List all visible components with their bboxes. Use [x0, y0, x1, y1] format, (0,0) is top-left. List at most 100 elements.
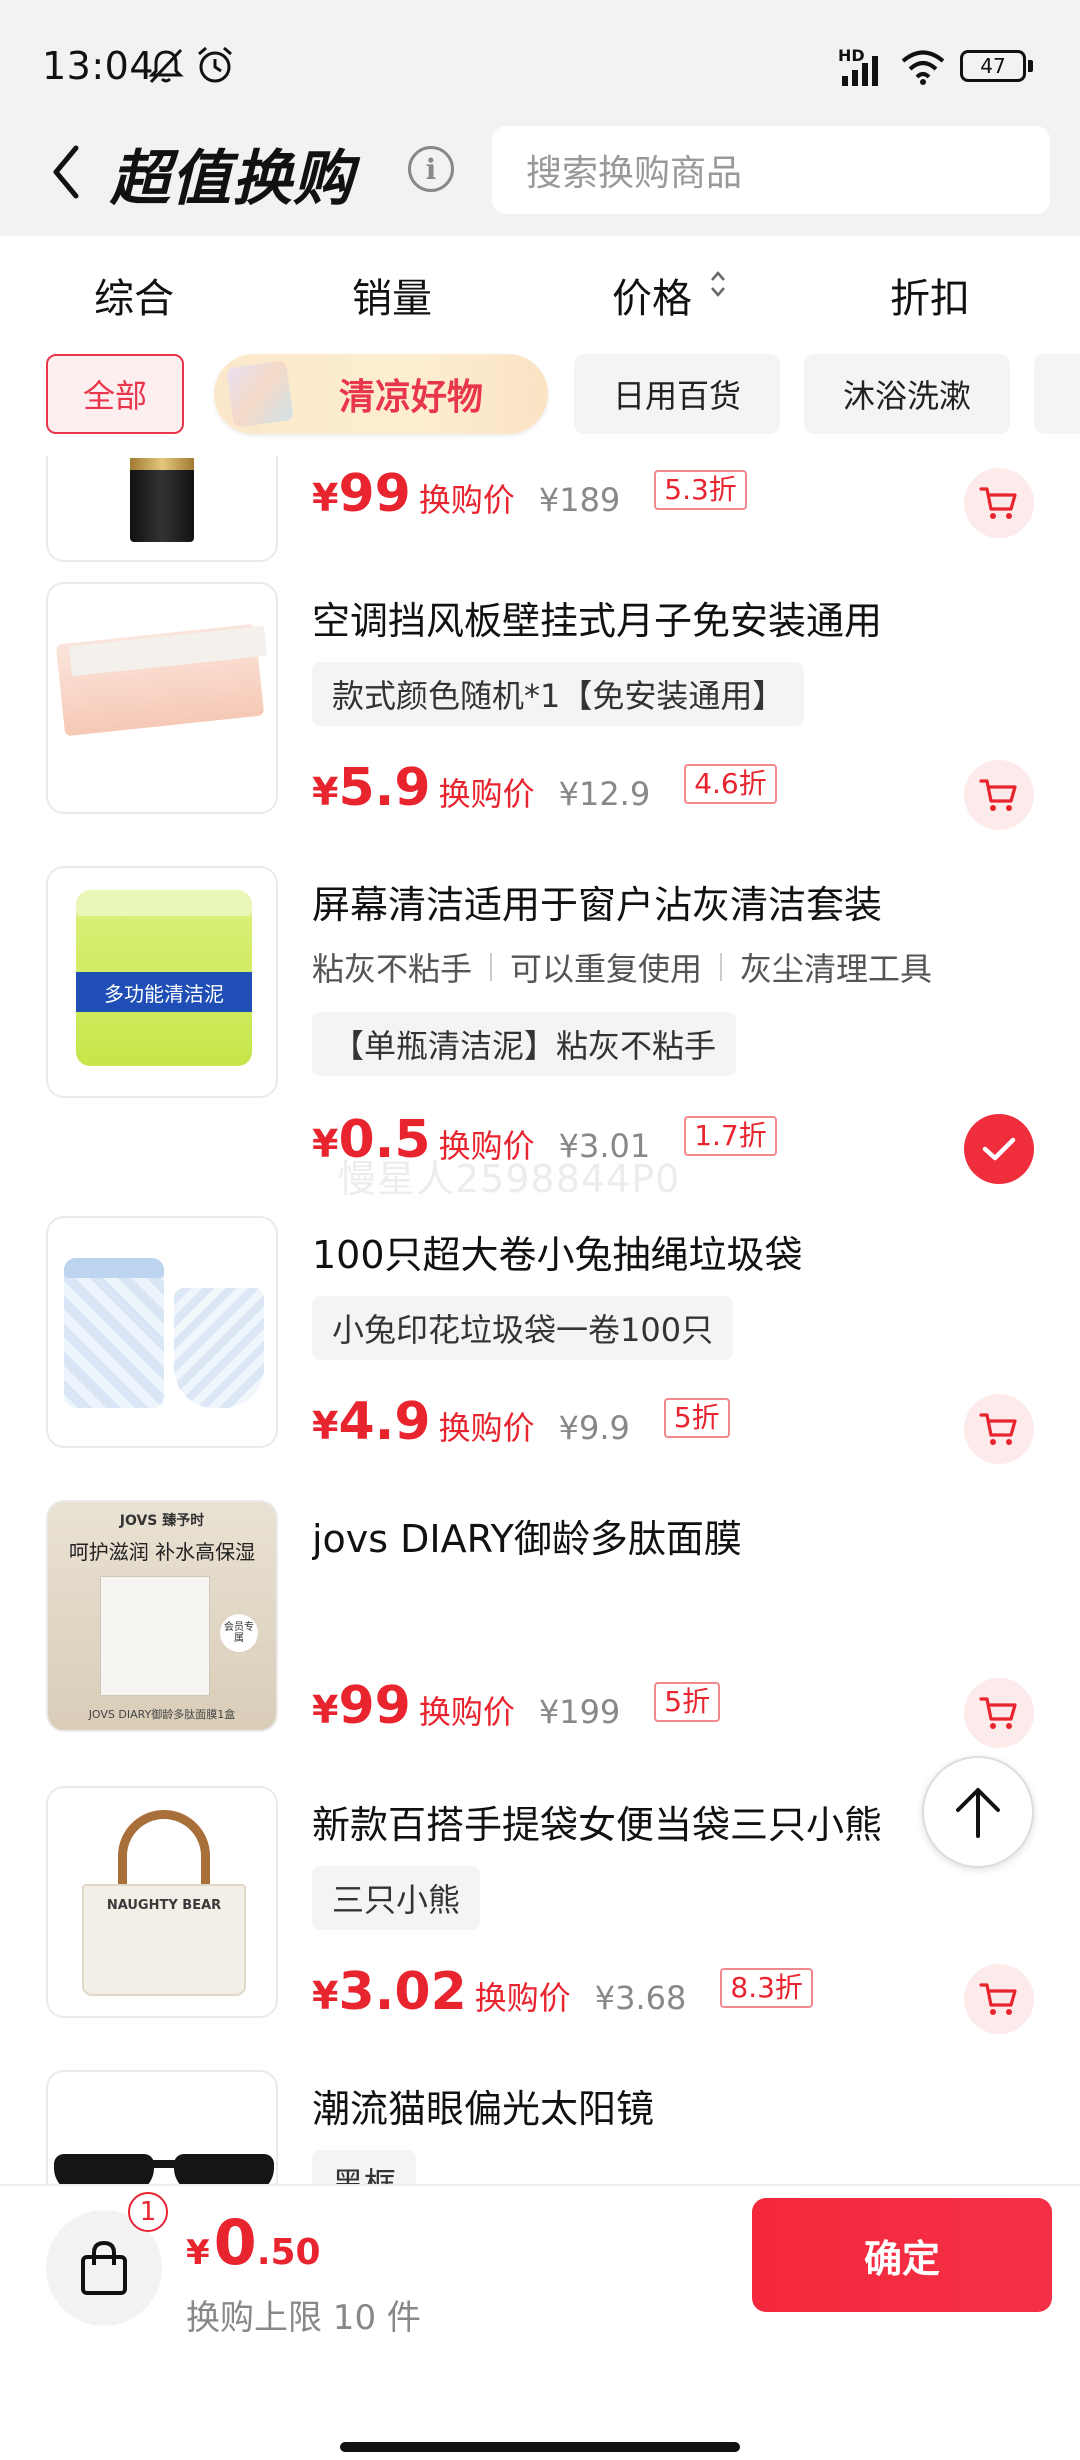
currency-symbol: ¥ [312, 1122, 339, 1166]
product-item[interactable]: 空调挡风板壁挂式月子免安装通用 款式颜色随机*1【免安装通用】 ¥ 5.9 换购… [0, 582, 1080, 852]
price-label: 换购价 [474, 1979, 571, 2017]
product-spec: 款式颜色随机*1【免安装通用】 [312, 662, 805, 726]
product-item[interactable]: 潮流猫眼偏光太阳镜 黑框 [0, 2070, 1080, 2184]
home-indicator[interactable] [340, 2442, 740, 2452]
discount-badge: 4.6折 [684, 764, 777, 804]
original-price: ¥9.9 [558, 1409, 630, 1447]
sort-price[interactable]: 价格 [612, 266, 692, 324]
bottle-cap [130, 458, 194, 470]
arrow-up-icon [956, 1788, 1000, 1838]
product-item[interactable]: 多功能清洁泥 屏幕清洁适用于窗户沾灰清洁套装 粘灰不粘手 可以重复使用 灰尘清理… [0, 866, 1080, 1196]
price-label: 换购价 [418, 481, 515, 519]
total-integer: 0 [213, 2206, 257, 2279]
product-thumbnail[interactable] [46, 582, 278, 814]
product-spec: 【单瓶清洁泥】粘灰不粘手 [312, 1012, 737, 1076]
add-to-cart-button[interactable] [964, 1394, 1034, 1464]
discount-badge: 5.3折 [654, 470, 747, 510]
product-item[interactable]: ¥ 99 换购价 ¥189 5.3折 [0, 456, 1080, 564]
signal-icon [842, 56, 878, 86]
product-title: 100只超大卷小兔抽绳垃圾袋 [312, 1233, 803, 1277]
add-to-cart-button[interactable] [964, 1964, 1034, 2034]
mask-box-image [100, 1576, 210, 1696]
product-item[interactable]: NAUGHTY BEAR 新款百搭手提袋女便当袋三只小熊 三只小熊 ¥ 3.02… [0, 1786, 1080, 2056]
sort-discount[interactable]: 折扣 [890, 266, 970, 324]
product-thumbnail[interactable]: JOVS 臻予时 呵护滋润 补水高保湿 会员专属 JOVS DIARY御龄多肽面… [46, 1500, 278, 1732]
cart-icon [979, 1413, 1017, 1445]
sort-bar: 综合 销量 价格 折扣 [0, 236, 1080, 352]
product-thumbnail[interactable]: 多功能清洁泥 [46, 866, 278, 1098]
check-icon [982, 1137, 1016, 1161]
sort-comprehensive[interactable]: 综合 [94, 266, 174, 324]
original-price: ¥199 [538, 1693, 621, 1731]
discount-badge: 1.7折 [684, 1116, 777, 1156]
trash-bag-image [174, 1288, 264, 1408]
original-price: ¥189 [538, 481, 621, 519]
search-placeholder: 搜索换购商品 [526, 153, 743, 194]
chip-bath[interactable]: 沐浴洗漱 [804, 354, 1010, 434]
total-decimal: .50 [256, 2232, 321, 2273]
tote-handle-image [118, 1810, 210, 1890]
product-spec: 小兔印花垃圾袋一卷100只 [312, 1296, 734, 1360]
exchange-price: 5.9 [338, 758, 431, 818]
status-time: 13:04 [42, 44, 155, 88]
discount-badge: 5折 [654, 1682, 721, 1722]
chip-more-partial[interactable] [1034, 354, 1080, 434]
mute-bell-icon [148, 48, 184, 84]
chip-cool-thumbnail [226, 360, 294, 428]
product-list: ¥ 99 换购价 ¥189 5.3折 空调挡风板壁挂式月子免安装通用 款式颜色随… [0, 456, 1080, 2184]
product-item[interactable]: JOVS 臻予时 呵护滋润 补水高保湿 会员专属 JOVS DIARY御龄多肽面… [0, 1500, 1080, 1770]
product-thumbnail[interactable] [46, 1216, 278, 1448]
feature-tag: 粘灰不粘手 [312, 950, 473, 988]
alarm-clock-icon [198, 46, 232, 83]
cart-icon [979, 779, 1017, 811]
product-thumbnail[interactable] [46, 456, 278, 562]
product-spec: 黑框 [312, 2150, 417, 2184]
add-to-cart-button[interactable] [964, 1678, 1034, 1748]
shopping-bag-icon [81, 2240, 127, 2295]
status-bar: 13:04 HD 47 [0, 0, 1080, 120]
discount-badge: 5折 [663, 1398, 730, 1438]
battery-level: 47 [980, 54, 1006, 78]
add-to-cart-button[interactable] [964, 760, 1034, 830]
price-label: 换购价 [438, 1409, 535, 1447]
search-input[interactable]: 搜索换购商品 [492, 126, 1050, 214]
product-title: 新款百搭手提袋女便当袋三只小熊 [312, 1803, 883, 1847]
selected-check-button[interactable] [964, 1114, 1034, 1184]
chip-daily-goods[interactable]: 日用百货 [574, 354, 780, 434]
product-title: 屏幕清洁适用于窗户沾灰清洁套装 [312, 883, 883, 927]
mask-member-tag: 会员专属 [220, 1614, 258, 1652]
price-row: ¥ 99 换购价 ¥199 5折 [312, 1676, 721, 1736]
feature-tag: 灰尘清理工具 [740, 950, 933, 988]
price-row: ¥ 4.9 换购价 ¥9.9 5折 [312, 1392, 730, 1452]
scroll-to-top-button[interactable] [922, 1756, 1034, 1868]
back-arrow-icon[interactable] [46, 136, 86, 208]
product-item[interactable]: 100只超大卷小兔抽绳垃圾袋 小兔印花垃圾袋一卷100只 ¥ 4.9 换购价 ¥… [0, 1216, 1080, 1486]
chip-cool-goods[interactable]: 清凉好物 [214, 354, 548, 434]
header: 超值换购 i 搜索换购商品 [0, 120, 1080, 236]
cleaner-label: 多功能清洁泥 [76, 972, 252, 1012]
sunglasses-bridge [148, 2160, 180, 2168]
product-title: jovs DIARY御龄多肽面膜 [312, 1517, 742, 1561]
original-price: ¥3.68 [594, 1979, 687, 2017]
product-thumbnail[interactable]: NAUGHTY BEAR [46, 1786, 278, 2018]
product-thumbnail[interactable] [46, 2070, 278, 2184]
price-sort-arrows-icon [711, 271, 725, 297]
chip-all[interactable]: 全部 [46, 354, 184, 434]
cart-count-badge: 1 [128, 2192, 168, 2232]
discount-badge: 8.3折 [720, 1968, 813, 2008]
mask-caption: JOVS DIARY御龄多肽面膜1盒 [88, 1708, 236, 1721]
exchange-price: 3.02 [338, 1962, 467, 2022]
trash-bag-roll-top [64, 1258, 164, 1278]
battery-icon: 47 [960, 50, 1026, 82]
sort-sales[interactable]: 销量 [352, 266, 432, 324]
add-to-cart-button[interactable] [964, 468, 1034, 538]
trash-bag-roll-image [64, 1258, 164, 1408]
sunglasses-right-lens [174, 2154, 274, 2184]
category-chips: 全部 清凉好物 日用百货 沐浴洗漱 [0, 352, 1080, 456]
feature-tag: 可以重复使用 [510, 950, 703, 988]
mask-slogan: 呵护滋润 补水高保湿 [68, 1540, 256, 1564]
info-icon[interactable]: i [408, 146, 454, 192]
bottom-bar: 1 ¥ 0 .50 换购上限 10 件 确定 [0, 2184, 1080, 2460]
confirm-button[interactable]: 确定 [752, 2198, 1052, 2312]
price-label: 换购价 [418, 1693, 515, 1731]
